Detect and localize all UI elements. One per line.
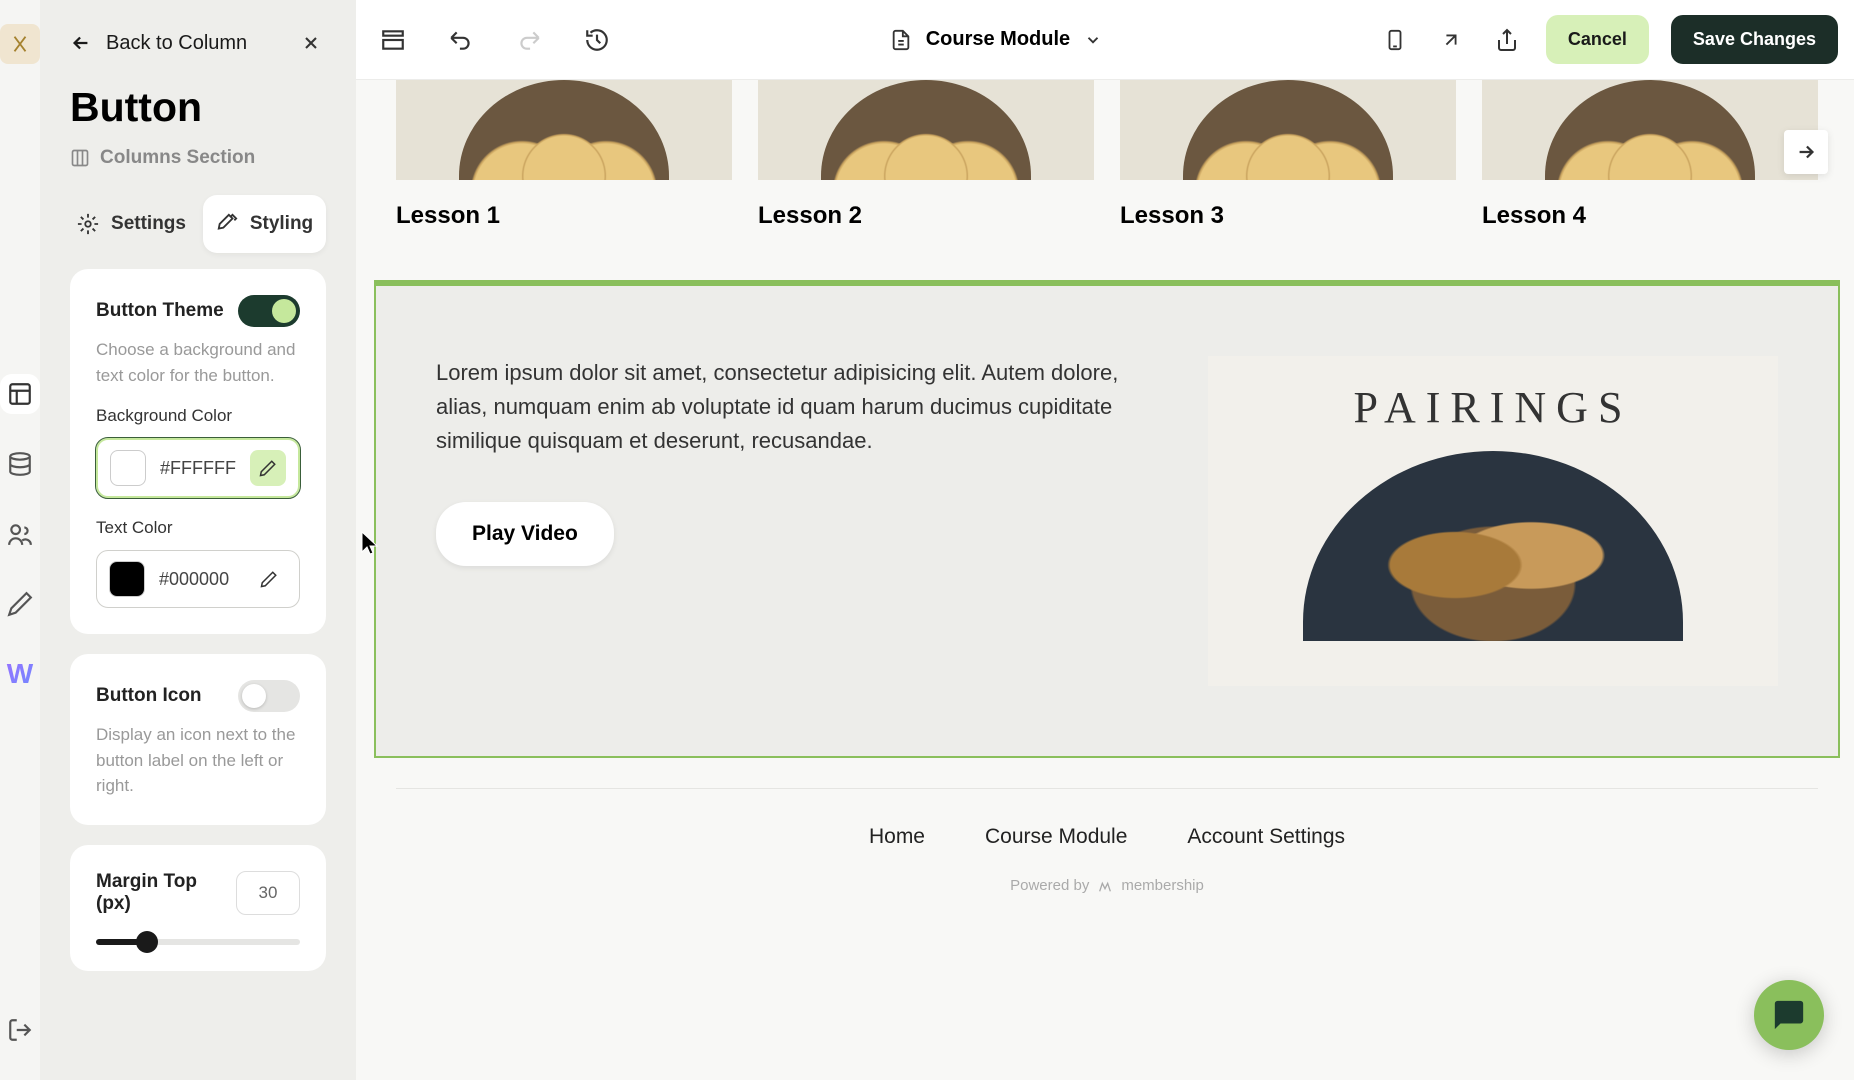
mobile-preview-icon[interactable]	[1378, 23, 1412, 57]
button-theme-toggle[interactable]	[238, 295, 300, 327]
button-icon-desc: Display an icon next to the button label…	[96, 722, 300, 799]
bg-color-input[interactable]: #FFFFFF	[96, 438, 300, 498]
selected-section[interactable]: Lorem ipsum dolor sit amet, consectetur …	[374, 280, 1840, 758]
save-button[interactable]: Save Changes	[1671, 15, 1838, 64]
footer-module[interactable]: Course Module	[985, 825, 1127, 849]
button-icon-toggle[interactable]	[238, 680, 300, 712]
redo-icon	[512, 23, 546, 57]
app-logo[interactable]	[0, 24, 40, 64]
bg-color-value: #FFFFFF	[160, 458, 236, 479]
rail-logout-icon[interactable]	[0, 1010, 40, 1050]
tab-styling-label: Styling	[250, 213, 313, 235]
undo-icon[interactable]	[444, 23, 478, 57]
button-theme-desc: Choose a background and text color for t…	[96, 337, 300, 388]
lesson-thumb	[396, 80, 732, 180]
margin-title: Margin Top (px)	[96, 871, 216, 915]
rail-users-icon[interactable]	[0, 514, 40, 554]
rail-database-icon[interactable]	[0, 444, 40, 484]
pairings-image	[1303, 451, 1683, 641]
inspector-panel: Back to Column Button Columns Section Se…	[40, 0, 356, 1080]
next-arrow[interactable]	[1784, 130, 1828, 174]
button-icon-title: Button Icon	[96, 685, 202, 707]
topbar: Course Module Cancel Save Changes	[356, 0, 1854, 80]
rail-w-logo[interactable]: W	[0, 654, 40, 694]
lesson-thumb	[1482, 80, 1818, 180]
button-icon-card: Button Icon Display an icon next to the …	[70, 654, 326, 825]
lesson-title: Lesson 1	[396, 202, 732, 230]
breadcrumb-label: Columns Section	[100, 147, 255, 169]
bg-color-swatch	[110, 450, 146, 486]
back-button[interactable]: Back to Column	[70, 32, 247, 55]
main-canvas: Course Module Cancel Save Changes	[356, 0, 1854, 1080]
lesson-title: Lesson 3	[1120, 202, 1456, 230]
history-icon[interactable]	[580, 23, 614, 57]
lesson-card[interactable]: Lesson 1	[396, 80, 732, 230]
chat-fab[interactable]	[1754, 980, 1824, 1050]
doc-selector[interactable]: Course Module	[614, 28, 1378, 51]
panel-title: Button	[40, 74, 356, 139]
lesson-thumb	[1120, 80, 1456, 180]
text-color-value: #000000	[159, 569, 237, 590]
left-rail: W	[0, 0, 40, 1080]
footer-nav: Home Course Module Account Settings	[396, 788, 1818, 859]
text-color-input[interactable]: #000000	[96, 550, 300, 608]
bg-color-label: Background Color	[96, 406, 300, 426]
button-theme-card: Button Theme Choose a background and tex…	[70, 269, 326, 634]
margin-slider[interactable]	[96, 939, 300, 945]
back-label: Back to Column	[106, 32, 247, 55]
section-body: Lorem ipsum dolor sit amet, consectetur …	[436, 356, 1148, 458]
tab-styling[interactable]: Styling	[203, 195, 326, 253]
rail-design-icon[interactable]	[0, 584, 40, 624]
pairings-title: PAIRINGS	[1354, 382, 1633, 433]
lesson-title: Lesson 4	[1482, 202, 1818, 230]
lesson-title: Lesson 2	[758, 202, 1094, 230]
share-icon[interactable]	[1490, 23, 1524, 57]
margin-input[interactable]	[236, 871, 300, 915]
pairings-media: PAIRINGS	[1208, 356, 1778, 686]
bg-color-edit-icon[interactable]	[250, 450, 286, 486]
chevron-down-icon	[1084, 31, 1102, 49]
text-color-label: Text Color	[96, 518, 300, 538]
lesson-card[interactable]: Lesson 4	[1482, 80, 1818, 230]
button-theme-title: Button Theme	[96, 300, 224, 322]
layout-icon[interactable]	[376, 23, 410, 57]
powered-by: Powered by membership	[356, 859, 1854, 934]
cancel-button[interactable]: Cancel	[1546, 15, 1649, 64]
open-link-icon[interactable]	[1434, 23, 1468, 57]
text-color-swatch	[109, 561, 145, 597]
tab-settings-label: Settings	[111, 213, 186, 235]
footer-home[interactable]: Home	[869, 825, 925, 849]
lesson-card[interactable]: Lesson 3	[1120, 80, 1456, 230]
lesson-thumb	[758, 80, 1094, 180]
lessons-row: Lesson 1 Lesson 2 Lesson 3 Lesson 4	[356, 80, 1854, 260]
lesson-card[interactable]: Lesson 2	[758, 80, 1094, 230]
text-color-edit-icon[interactable]	[251, 561, 287, 597]
doc-name: Course Module	[926, 28, 1070, 51]
play-video-button[interactable]: Play Video	[436, 502, 614, 566]
margin-card: Margin Top (px)	[70, 845, 326, 971]
rail-layouts-icon[interactable]	[0, 374, 40, 414]
breadcrumb[interactable]: Columns Section	[40, 139, 356, 189]
footer-account[interactable]: Account Settings	[1187, 825, 1345, 849]
close-button[interactable]	[296, 28, 326, 58]
tab-settings[interactable]: Settings	[70, 195, 193, 253]
